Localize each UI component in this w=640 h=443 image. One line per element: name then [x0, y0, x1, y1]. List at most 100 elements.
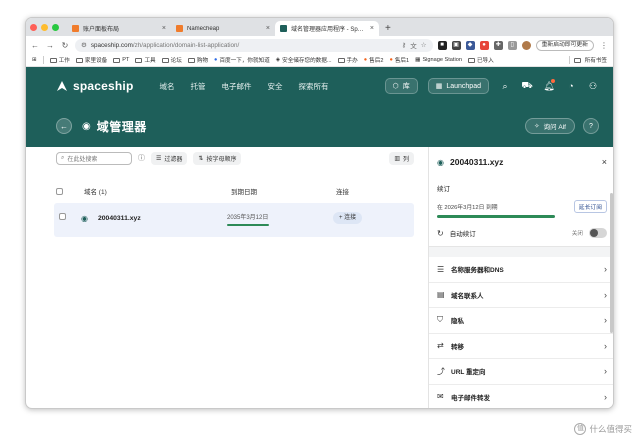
- help-button[interactable]: ?: [583, 118, 599, 134]
- bookmark-link[interactable]: ▦ Signage Station: [415, 57, 462, 63]
- back-arrow-icon[interactable]: ←: [30, 41, 40, 50]
- chevron-right-icon: ›: [604, 366, 607, 377]
- new-tab-button[interactable]: +: [379, 21, 397, 36]
- close-tab-icon[interactable]: ×: [266, 25, 270, 32]
- avatar[interactable]: [521, 40, 531, 50]
- bell-icon[interactable]: 🔔︎: [543, 78, 555, 92]
- nav-item-explore-all[interactable]: 探索所有: [299, 81, 329, 92]
- columns-button[interactable]: ▥ 列: [389, 151, 414, 165]
- table-row[interactable]: ◉ 20040311.xyz 2035年3月12日 + 连接: [54, 203, 414, 237]
- bookmark-folder[interactable]: 论坛: [161, 56, 182, 64]
- nav-item-security[interactable]: 安全: [268, 81, 283, 92]
- nav-item-domains[interactable]: 域名: [160, 81, 175, 92]
- panel-item-transfer[interactable]: ⇄ 转移 ›: [429, 334, 613, 359]
- browser-tab-2[interactable]: Namecheap ×: [171, 21, 275, 36]
- extensions-puzzle-icon[interactable]: ✚: [493, 40, 503, 50]
- sort-button[interactable]: ⇅ 按字母顺序: [193, 151, 242, 165]
- back-button[interactable]: ←: [56, 118, 72, 134]
- row-checkbox[interactable]: [59, 213, 66, 220]
- site-info-icon[interactable]: ⚙: [81, 41, 87, 49]
- nav-item-hosting[interactable]: 托管: [191, 81, 206, 92]
- update-button[interactable]: 重新启动即可更新: [535, 39, 594, 51]
- library-button[interactable]: ⬡ 库: [384, 78, 418, 94]
- apps-grid-icon[interactable]: ⊞: [32, 57, 37, 63]
- panel-item-contacts[interactable]: ▤ 域名联系人 ›: [429, 283, 613, 308]
- launchpad-button[interactable]: ▦ Launchpad: [427, 78, 489, 94]
- panel-item-url-redirect[interactable]: ⤴ URL 重定向 ›: [429, 359, 613, 385]
- auto-renew-toggle[interactable]: [589, 228, 607, 238]
- extension-icon[interactable]: ●: [479, 40, 489, 50]
- browser-tab-3-active[interactable]: 域名管理器应用程序 - Spaceship ×: [275, 21, 379, 36]
- grid-icon: ▦: [435, 83, 443, 90]
- browser-window: 账户面板布局 × Namecheap × 域名管理器应用程序 - Spacesh…: [25, 17, 614, 409]
- help-circle-icon[interactable]: ◔: [565, 81, 577, 91]
- bookmark-folder[interactable]: 工具: [135, 56, 156, 64]
- bookmarks-bar: ⊞ 工作 家里设备 PT 工具 论坛 购物 ● 百度一下，你就知道 ◈ 安全储存您的…: [26, 54, 613, 67]
- forward-arrow-icon[interactable]: →: [45, 41, 55, 50]
- column-header-expiry[interactable]: 到期日期: [231, 186, 257, 196]
- reload-icon[interactable]: ↻: [60, 41, 70, 50]
- bookmark-link[interactable]: ● 售后2: [364, 56, 384, 64]
- column-header-name[interactable]: 域名 (1): [84, 186, 107, 196]
- panel-item-nameservers-dns[interactable]: ☰ 名称服务器和DNS ›: [429, 257, 613, 283]
- transfer-arrows-icon: ⇄: [437, 341, 444, 351]
- url-text[interactable]: spaceship.com/zh/application/domain-list…: [91, 42, 398, 49]
- panel-item-email-forwarding[interactable]: ✉ 电子邮件转发 ›: [429, 385, 613, 409]
- ask-alf-button[interactable]: ✧ 询问 Alf: [525, 118, 575, 134]
- close-window-button[interactable]: [30, 23, 37, 31]
- table-header: 域名 (1) 到期日期 连接: [56, 184, 414, 198]
- sidebar-icon[interactable]: ▯: [507, 40, 517, 50]
- spaceship-logo[interactable]: spaceship: [56, 79, 134, 93]
- all-bookmarks[interactable]: 所有书签: [568, 56, 607, 64]
- close-tab-icon[interactable]: ×: [370, 25, 374, 32]
- bookmark-star-icon[interactable]: ☆: [421, 41, 427, 49]
- domain-name[interactable]: 20040311.xyz: [98, 215, 141, 222]
- bookmark-link[interactable]: ● 百度一下，你就知道: [214, 56, 270, 64]
- close-icon[interactable]: ×: [602, 157, 607, 167]
- translate-icon[interactable]: 文: [410, 40, 417, 50]
- connect-button[interactable]: + 连接: [333, 212, 363, 224]
- extend-subscription-button[interactable]: 延长订阅: [573, 200, 607, 213]
- info-icon[interactable]: ⓘ: [138, 153, 145, 163]
- bookmark-folder[interactable]: 工作: [49, 56, 70, 64]
- folder-icon: [113, 57, 121, 63]
- bookmark-folder[interactable]: 已导入: [467, 56, 494, 64]
- key-icon[interactable]: ⚷: [402, 41, 407, 49]
- extension-icon[interactable]: ■: [437, 40, 447, 50]
- bookmark-folder[interactable]: PT: [113, 57, 129, 63]
- bookmark-folder[interactable]: 家里设备: [75, 56, 107, 64]
- extension-icon[interactable]: ◆: [465, 40, 475, 50]
- divider: [42, 56, 44, 64]
- main-content: ⌕ 在此处搜索 ⓘ ☰ 过滤器 ⇅ 按字母顺序 ▥ 列 域名 (1) 到期日期 连接 …: [26, 147, 613, 409]
- filter-button[interactable]: ☰ 过滤器: [151, 151, 188, 165]
- hexagon-icon: ⬡: [392, 83, 399, 90]
- user-icon[interactable]: ⚇: [587, 81, 599, 92]
- address-bar[interactable]: ⚙ spaceship.com/zh/application/domain-li…: [75, 38, 433, 52]
- maximize-window-button[interactable]: [52, 23, 59, 31]
- close-tab-icon[interactable]: ×: [162, 25, 166, 32]
- bookmark-folder[interactable]: 手办: [337, 56, 358, 64]
- bookmark-link[interactable]: ● 售后1: [389, 56, 409, 64]
- minimize-window-button[interactable]: [41, 23, 48, 31]
- extension-icon[interactable]: ▣: [451, 40, 461, 50]
- panel-scrollbar[interactable]: [610, 193, 613, 333]
- tab-title: Namecheap: [187, 25, 220, 32]
- nav-item-email[interactable]: 电子邮件: [222, 81, 252, 92]
- refresh-icon: ↻: [437, 228, 444, 238]
- spaceship-logo-icon: [57, 81, 67, 91]
- main-nav: 域名 托管 电子邮件 安全 探索所有: [160, 81, 329, 92]
- folder-icon: [135, 57, 143, 63]
- taobao-icon: ●: [363, 57, 368, 63]
- browser-tab-1[interactable]: 账户面板布局 ×: [67, 21, 171, 36]
- folder-icon: [467, 57, 475, 63]
- bookmark-folder[interactable]: 购物: [187, 56, 208, 64]
- search-input[interactable]: ⌕ 在此处搜索: [56, 151, 132, 165]
- browser-menu-icon[interactable]: ⋮: [599, 41, 609, 50]
- expiry-progress-bar: [227, 224, 269, 226]
- cart-icon[interactable]: ⛟: [521, 80, 533, 92]
- panel-item-privacy[interactable]: ⛉ 隐私 ›: [429, 308, 613, 334]
- search-icon[interactable]: ⌕: [499, 81, 511, 92]
- bookmark-link[interactable]: ◈ 安全储存您的数据...: [276, 56, 332, 64]
- select-all-checkbox[interactable]: [56, 187, 63, 195]
- toggle-knob: [590, 229, 598, 237]
